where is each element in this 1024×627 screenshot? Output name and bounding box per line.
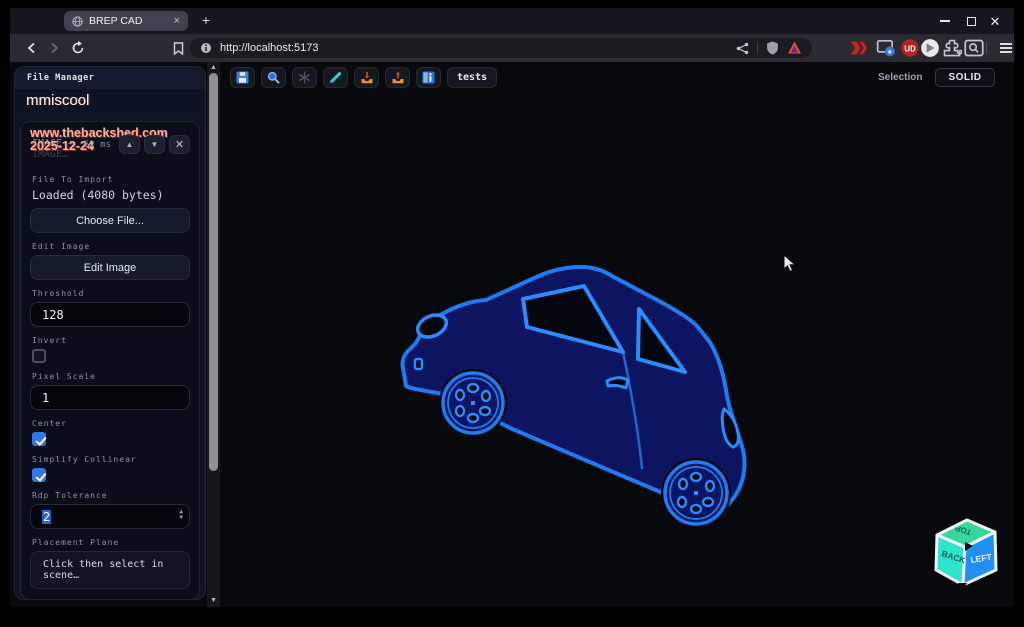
- export-icon: [391, 71, 405, 84]
- import-icon: [360, 71, 374, 84]
- tab-title: BREP CAD: [89, 15, 168, 27]
- file-manager-panel: File Manager mmiscool IMAGE — IMAGE… www…: [14, 66, 206, 600]
- site-info-icon[interactable]: [200, 42, 212, 54]
- extension-ud-badge-icon[interactable]: UD: [900, 38, 920, 58]
- invert-label: Invert: [32, 336, 188, 345]
- save-button[interactable]: [230, 67, 255, 88]
- file-manager-title: File Manager: [15, 67, 205, 89]
- tests-button[interactable]: tests: [447, 67, 497, 88]
- extensions-puzzle-icon[interactable]: [942, 38, 962, 58]
- center-checkbox[interactable]: [32, 432, 46, 446]
- threshold-label: Threshold: [32, 289, 188, 298]
- share-icon[interactable]: [736, 42, 749, 55]
- center-label: Center: [32, 419, 188, 428]
- scrollbar-thumb[interactable]: [209, 73, 218, 471]
- reload-button[interactable]: [68, 38, 88, 58]
- feature-header: IMAGE — IMAGE… www.thebackshed.com 2025-…: [30, 130, 190, 166]
- edit-image-button[interactable]: Edit Image: [30, 255, 190, 280]
- info-panel-button[interactable]: [416, 67, 441, 88]
- import-button[interactable]: [354, 67, 379, 88]
- mouse-cursor: [783, 254, 797, 274]
- move-up-button[interactable]: ▲: [119, 135, 140, 154]
- svg-text:UD: UD: [904, 44, 916, 53]
- new-tab-button[interactable]: +: [196, 11, 216, 31]
- tab-close-icon[interactable]: ×: [174, 16, 180, 27]
- placement-plane-button[interactable]: Click then select in scene…: [30, 551, 190, 589]
- file-status: Loaded (4080 bytes): [32, 188, 188, 202]
- info-panel-icon: [422, 71, 435, 84]
- app-canvas[interactable]: File Manager mmiscool IMAGE — IMAGE… www…: [10, 62, 1014, 607]
- window-close-button[interactable]: ✕: [984, 8, 1006, 34]
- owner-name[interactable]: mmiscool: [15, 89, 205, 117]
- url-text[interactable]: http://localhost:5173: [220, 42, 728, 54]
- simplify-collinear-label: Simplify Collinear: [32, 455, 188, 464]
- snap-tool-button[interactable]: [292, 67, 317, 88]
- navbar-divider: [986, 42, 987, 54]
- feature-time: 52 ms: [84, 140, 111, 150]
- menu-button[interactable]: [996, 38, 1016, 58]
- rdp-tolerance-label: Rdp Tolerance: [32, 491, 188, 500]
- url-bar[interactable]: http://localhost:5173: [190, 38, 812, 58]
- move-down-button[interactable]: ▼: [144, 135, 165, 154]
- delete-feature-button[interactable]: ✕: [169, 135, 190, 154]
- globe-favicon-icon: [72, 16, 83, 27]
- selection-mode-button[interactable]: SOLID: [935, 68, 995, 87]
- rdp-tolerance-input[interactable]: 2 ▲▼: [30, 504, 190, 529]
- zoom-tool-button[interactable]: [261, 67, 286, 88]
- svg-text:★: ★: [887, 47, 893, 56]
- snowflake-icon: [298, 71, 311, 84]
- bookmark-icon[interactable]: [168, 38, 188, 58]
- rotate-arrow-icon[interactable]: [958, 583, 967, 590]
- shield-icon[interactable]: [766, 41, 779, 55]
- number-stepper[interactable]: ▲▼: [179, 509, 183, 520]
- threshold-input[interactable]: 128: [30, 302, 190, 327]
- image-feature-card: IMAGE — IMAGE… www.thebackshed.com 2025-…: [20, 121, 200, 600]
- simplify-collinear-checkbox[interactable]: [32, 468, 46, 482]
- sketch-tool-button[interactable]: [323, 67, 348, 88]
- window-maximize-button[interactable]: [960, 8, 982, 34]
- window-minimize-button[interactable]: [934, 8, 956, 34]
- browser-tab[interactable]: BREP CAD ×: [64, 11, 188, 31]
- pixel-scale-label: Pixel Scale: [32, 372, 188, 381]
- car-sketch[interactable]: [390, 255, 770, 545]
- save-icon: [236, 71, 249, 84]
- browser-navbar: http://localhost:5173 ★ UD: [10, 34, 1014, 62]
- brave-rewards-icon[interactable]: [787, 41, 802, 55]
- selection-label: Selection: [878, 72, 922, 83]
- zoom-icon: [267, 71, 280, 84]
- extension-red-flags-icon[interactable]: [850, 38, 870, 58]
- browser-titlebar: BREP CAD × + ✕: [10, 8, 1014, 34]
- forward-button[interactable]: [44, 38, 64, 58]
- placement-plane-label: Placement Plane: [32, 538, 188, 547]
- invert-checkbox[interactable]: [32, 349, 46, 363]
- choose-file-button[interactable]: Choose File...: [30, 208, 190, 233]
- export-button[interactable]: [385, 67, 410, 88]
- pixel-scale-input[interactable]: 1: [30, 385, 190, 410]
- pencil-icon: [329, 71, 342, 84]
- browser-window: BREP CAD × + ✕ http://localhost:5173: [10, 8, 1014, 607]
- view-cube[interactable]: TOP BACK LEFT: [920, 510, 1008, 598]
- extension-play-circle-icon[interactable]: [920, 38, 940, 58]
- edit-image-label: Edit Image: [32, 242, 188, 251]
- scroll-down-icon[interactable]: ▼: [207, 595, 220, 607]
- page-scrollbar[interactable]: ▲ ▼: [207, 62, 220, 607]
- back-button[interactable]: [22, 38, 42, 58]
- urlbar-divider: [757, 42, 758, 54]
- search-tabs-icon[interactable]: [964, 38, 984, 58]
- file-to-import-label: File To Import: [32, 175, 188, 184]
- extension-screenshot-icon[interactable]: ★: [876, 38, 896, 58]
